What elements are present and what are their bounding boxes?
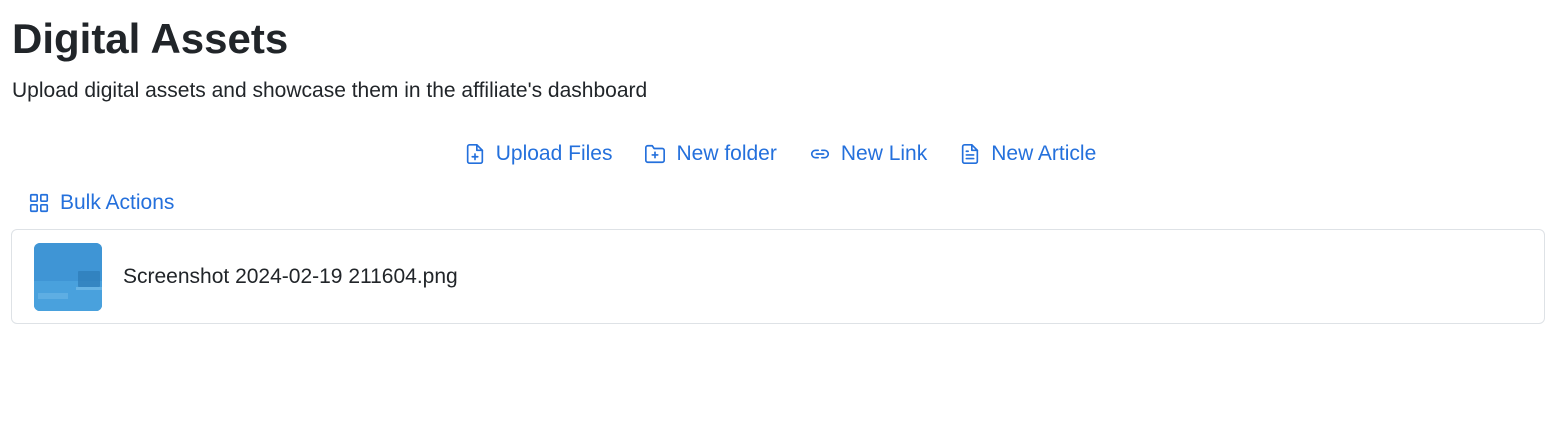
file-plus-icon [464, 143, 486, 165]
link-icon [809, 143, 831, 165]
new-folder-button[interactable]: New folder [644, 140, 777, 168]
new-link-button[interactable]: New Link [809, 140, 927, 168]
file-name: Screenshot 2024-02-19 211604.png [123, 264, 458, 288]
new-folder-label: New folder [676, 142, 777, 165]
new-link-label: New Link [840, 142, 928, 165]
file-text-icon [959, 143, 981, 165]
actions-toolbar: Upload Files New folder New Link New Art… [0, 138, 1560, 170]
asset-list: Screenshot 2024-02-19 211604.png [11, 229, 1545, 324]
bulk-actions-label: Bulk Actions [60, 191, 175, 214]
list-item[interactable]: Screenshot 2024-02-19 211604.png [12, 230, 1544, 323]
page-title: Digital Assets [12, 15, 289, 62]
new-article-button[interactable]: New Article [959, 140, 1096, 168]
upload-files-label: Upload Files [495, 142, 613, 165]
folder-plus-icon [644, 143, 666, 165]
upload-files-button[interactable]: Upload Files [464, 140, 613, 168]
new-article-label: New Article [991, 142, 1097, 165]
bulk-actions-button[interactable]: Bulk Actions [28, 189, 174, 217]
page-subtitle: Upload digital assets and showcase them … [12, 79, 648, 102]
digital-assets-page: Digital Assets Upload digital assets and… [0, 0, 1560, 442]
grid-icon [28, 192, 50, 214]
image-thumbnail [34, 242, 102, 311]
